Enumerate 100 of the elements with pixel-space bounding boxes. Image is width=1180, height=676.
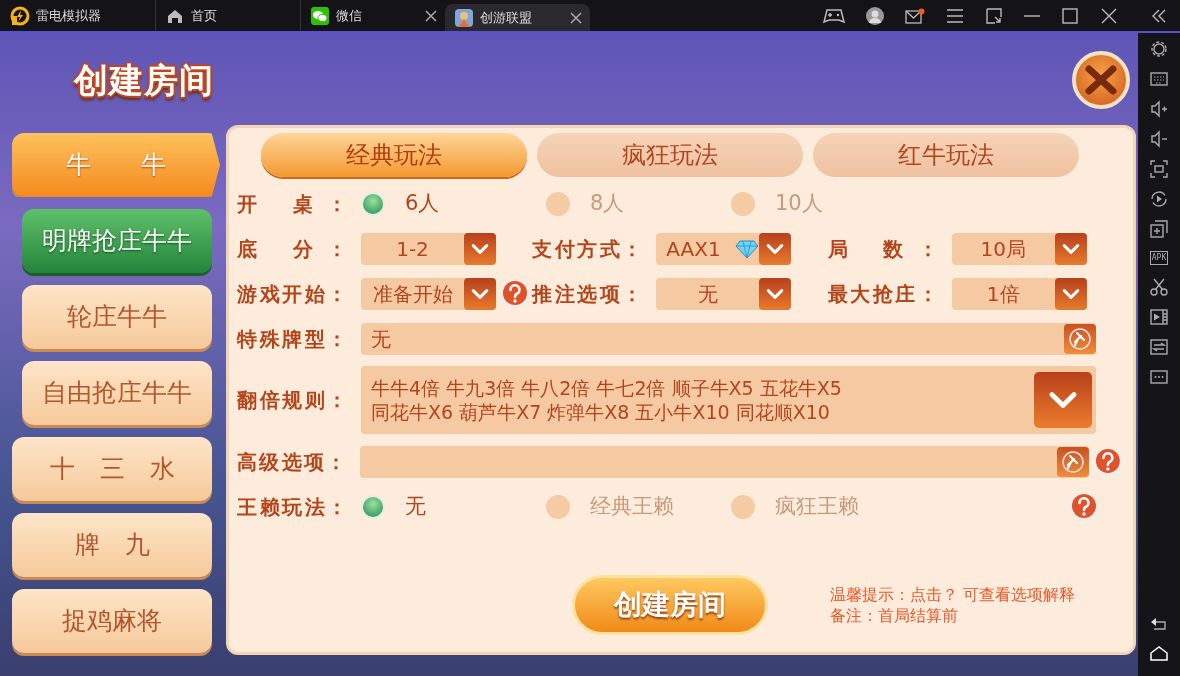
advanced-options-field[interactable] (360, 445, 1090, 478)
maximize-icon (1061, 6, 1079, 25)
radio-button[interactable] (731, 494, 755, 519)
select-field[interactable]: 1-2 (361, 232, 496, 265)
resize-icon (985, 6, 1003, 25)
lightning-logo-icon (10, 5, 30, 26)
tab-label: 微信 (336, 6, 363, 25)
option-label: 10人 (775, 189, 823, 217)
window-tab[interactable]: 微信 (300, 0, 445, 31)
field-label: 底 分： (237, 235, 347, 263)
tab-label: 创游联盟 (480, 8, 533, 27)
tip-text: 温馨提示：点击？ 可查看选项解释 (830, 583, 1076, 605)
dropdown-button[interactable] (464, 277, 496, 310)
field-label: 王赖玩法： (237, 493, 347, 521)
pin-icon (1062, 450, 1085, 473)
select-field[interactable]: 1倍 (951, 277, 1087, 310)
app-name: 雷电模拟器 (36, 6, 101, 25)
keyboard-icon[interactable] (1149, 69, 1169, 89)
radio-button[interactable] (546, 191, 570, 216)
special-cards-field[interactable]: 无 (361, 322, 1096, 355)
close-button[interactable] (1072, 51, 1130, 109)
field-label: 支付方式： (532, 235, 643, 263)
help-icon (500, 278, 530, 309)
diamond-icon (735, 238, 760, 259)
chat-app-icon (311, 6, 329, 25)
help-icon (1093, 446, 1123, 477)
field-value: 无 (371, 325, 392, 353)
radio-button[interactable] (361, 191, 385, 216)
game-app-icon (455, 8, 473, 27)
field-label: 开 桌： (237, 190, 347, 218)
option-label: 6人 (405, 189, 440, 217)
select-field[interactable]: AAX1 (656, 232, 792, 265)
minimize-icon (1024, 14, 1040, 17)
dropdown-button[interactable] (1054, 277, 1087, 310)
avatar-icon (866, 6, 884, 25)
select-field[interactable]: 无 (656, 277, 792, 310)
field-label: 特殊牌型： (237, 325, 347, 353)
volume-up-icon[interactable] (1149, 99, 1169, 119)
game-menu-item[interactable]: 十 三 水 (12, 437, 212, 501)
mode-menu-item[interactable]: 明牌抢庄牛牛 (22, 209, 212, 273)
menu-icon (946, 6, 964, 25)
mode-tab[interactable]: 红牛玩法 (813, 133, 1079, 177)
create-room-button[interactable]: 创建房间 (572, 574, 768, 635)
rotate-play-icon[interactable] (1149, 189, 1169, 209)
game-menu-item[interactable]: 牛 牛 (12, 133, 220, 197)
mode-tab[interactable]: 疯狂玩法 (537, 133, 803, 177)
mode-menu-item[interactable]: 自由抢庄牛牛 (22, 361, 212, 425)
dropdown-button[interactable] (464, 232, 496, 265)
field-label: 推注选项： (532, 280, 643, 308)
dropdown-button[interactable] (759, 232, 792, 265)
tab-label: 首页 (191, 6, 218, 25)
field-label: 高级选项： (237, 448, 347, 476)
pin-button[interactable] (1064, 323, 1096, 354)
game-menu-item[interactable]: 牌 九 (12, 513, 212, 577)
scissors-icon[interactable] (1149, 277, 1169, 297)
dropdown-button[interactable] (759, 277, 792, 310)
dropdown-button[interactable] (1054, 232, 1087, 265)
select-value: AAX1 (665, 235, 722, 263)
window-tab[interactable]: 创游联盟 (445, 4, 590, 31)
option-label: 经典王赖 (590, 492, 674, 520)
apk-install-icon[interactable]: APK (1149, 251, 1169, 265)
pin-icon (1069, 327, 1091, 350)
option-label: 无 (405, 492, 426, 520)
rule-line: 牛牛4倍 牛九3倍 牛八2倍 牛七2倍 顺子牛X5 五花牛X5 (371, 376, 843, 400)
dropdown-button[interactable] (1034, 372, 1092, 428)
radio-button[interactable] (731, 191, 755, 216)
field-label: 最大抢庄： (827, 280, 938, 308)
select-value: 10局 (979, 235, 1027, 263)
more-icon[interactable] (1149, 367, 1169, 387)
select-field[interactable]: 准备开始 (361, 277, 496, 310)
window-tab[interactable]: 首页 (155, 0, 300, 31)
rule-line: 同花牛X6 葫芦牛X7 炸弹牛X8 五小牛X10 同花顺X10 (371, 400, 831, 424)
video-icon[interactable] (1149, 307, 1169, 327)
dialog-title: 创建房间 (74, 58, 214, 102)
help-icon (1069, 491, 1099, 522)
volume-down-icon[interactable] (1149, 129, 1169, 149)
field-label: 游戏开始： (237, 280, 347, 308)
home-icon[interactable] (1149, 644, 1169, 664)
gamepad-icon (823, 7, 845, 24)
radio-button[interactable] (361, 494, 385, 519)
select-value: 无 (696, 280, 719, 308)
settings-icon[interactable] (1149, 39, 1169, 59)
radio-button[interactable] (546, 494, 570, 519)
pin-button[interactable] (1057, 446, 1090, 477)
double-rules-field[interactable]: 牛牛4倍 牛九3倍 牛八2倍 牛七2倍 顺子牛X5 五花牛X5 同花牛X6 葫芦牛X7 炸弹牛X8 五小牛X10 同花顺X10 (361, 366, 1096, 434)
option-label: 疯狂王赖 (775, 492, 859, 520)
select-value: 准备开始 (371, 280, 454, 308)
mode-menu-item[interactable]: 轮庄牛牛 (22, 285, 212, 349)
game-menu-item[interactable]: 捉鸡麻将 (12, 589, 212, 653)
field-label: 局 数： (827, 235, 938, 263)
field-label: 翻倍规则： (237, 387, 347, 414)
sync-icon[interactable] (1149, 337, 1169, 357)
option-label: 8人 (590, 189, 625, 217)
screenshot-icon[interactable] (1149, 159, 1169, 179)
mode-tab[interactable]: 经典玩法 (261, 133, 527, 177)
add-window-icon[interactable] (1149, 219, 1169, 239)
close-icon (1084, 63, 1118, 97)
close-icon (1100, 6, 1118, 25)
collapse-icon (1151, 7, 1167, 24)
select-field[interactable]: 10局 (951, 232, 1087, 265)
